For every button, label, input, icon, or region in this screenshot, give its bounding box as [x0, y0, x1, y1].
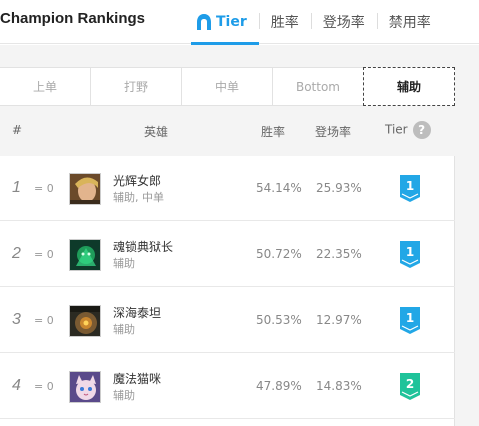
champion-portrait-icon [70, 240, 100, 270]
pickrate-value: 12.97% [316, 313, 362, 327]
tab-label: 禁用率 [388, 15, 431, 31]
rank-number: 4 [12, 377, 21, 394]
winrate-value: 47.89% [256, 379, 302, 393]
tier-badge-icon: 2 [400, 373, 420, 400]
page-title: Champion Rankings [0, 10, 146, 27]
table-row[interactable]: 2 = 0 魂锁典狱长 辅助 50.72% 22.35% 1 [0, 222, 455, 287]
champion-avatar[interactable] [69, 305, 101, 337]
column-tier-label: Tier [385, 122, 408, 137]
tab-tier[interactable]: Tier [191, 0, 259, 45]
help-icon[interactable]: ? [412, 121, 431, 139]
tab-label: 登场率 [322, 15, 365, 31]
champion-name[interactable]: 光辉女郎 [113, 172, 161, 189]
champion-portrait-icon [70, 306, 100, 336]
ranking-table: 1 = 0 光辉女郎 辅助, 中单 54.14% 25.93% 1 2 = 0 [0, 156, 455, 426]
winrate-value: 50.53% [256, 313, 302, 327]
champion-portrait-icon [70, 372, 100, 402]
table-row[interactable]: 1 = 0 光辉女郎 辅助, 中单 54.14% 25.93% 1 [0, 156, 455, 221]
tier-value: 1 [406, 311, 414, 325]
tab-label: Tier [216, 14, 247, 30]
tab-pickrate[interactable]: 登场率 [310, 0, 377, 44]
rank-number: 3 [12, 311, 21, 328]
column-winrate[interactable]: 胜率 [261, 123, 285, 140]
column-tier: Tier? [385, 121, 431, 139]
pickrate-value: 14.83% [316, 379, 362, 393]
champion-portrait-icon [70, 174, 100, 204]
champion-positions: 辅助 [113, 389, 135, 402]
tab-label: 胜率 [270, 15, 299, 31]
champion-avatar[interactable] [69, 239, 101, 271]
champion-positions: 辅助 [113, 323, 135, 336]
role-bottom[interactable]: Bottom [272, 68, 363, 105]
champion-name[interactable]: 深海泰坦 [113, 304, 161, 321]
champion-positions: 辅助 [113, 257, 135, 270]
champion-positions: 辅助, 中单 [113, 191, 164, 204]
rank-change: = 0 [34, 182, 54, 195]
tier-value: 1 [406, 179, 414, 193]
role-support[interactable]: 辅助 [363, 67, 455, 106]
role-filter: 上单 打野 中单 Bottom 辅助 [0, 67, 455, 106]
champion-avatar[interactable] [69, 173, 101, 205]
tier-value: 1 [406, 245, 414, 259]
table-row[interactable]: 3 = 0 深海泰坦 辅助 50.53% 12.97% 1 [0, 288, 455, 353]
winrate-value: 54.14% [256, 181, 302, 195]
tab-winrate[interactable]: 胜率 [258, 0, 311, 44]
role-top[interactable]: 上单 [0, 68, 90, 105]
rank-change: = 0 [34, 314, 54, 327]
champion-name[interactable]: 魔法猫咪 [113, 370, 161, 387]
champion-avatar[interactable] [69, 371, 101, 403]
champion-name[interactable]: 魂锁典狱长 [113, 238, 173, 255]
column-rank: # [12, 123, 23, 137]
rank-change: = 0 [34, 248, 54, 261]
column-pickrate[interactable]: 登场率 [315, 123, 351, 140]
tab-banrate[interactable]: 禁用率 [376, 0, 443, 44]
column-champion: 英雄 [144, 125, 169, 139]
table-row[interactable]: 4 = 0 魔法猫咪 辅助 47.89% 14.83% 2 [0, 354, 455, 419]
helmet-icon [197, 14, 211, 30]
winrate-value: 50.72% [256, 247, 302, 261]
rank-change: = 0 [34, 380, 54, 393]
rank-number: 2 [12, 245, 21, 262]
header: Champion Rankings Tier 胜率 登场率 禁用率 [0, 0, 479, 45]
role-mid[interactable]: 中单 [181, 68, 272, 105]
table-header: # 英雄 胜率 登场率 Tier? [0, 115, 479, 147]
tier-badge-icon: 1 [400, 175, 420, 202]
tier-value: 2 [406, 377, 414, 391]
pickrate-value: 25.93% [316, 181, 362, 195]
tier-badge-icon: 1 [400, 241, 420, 268]
rank-number: 1 [12, 179, 21, 196]
tier-badge-icon: 1 [400, 307, 420, 334]
role-jungle[interactable]: 打野 [90, 68, 181, 105]
ranking-tabs: Tier 胜率 登场率 禁用率 [191, 0, 443, 45]
pickrate-value: 22.35% [316, 247, 362, 261]
